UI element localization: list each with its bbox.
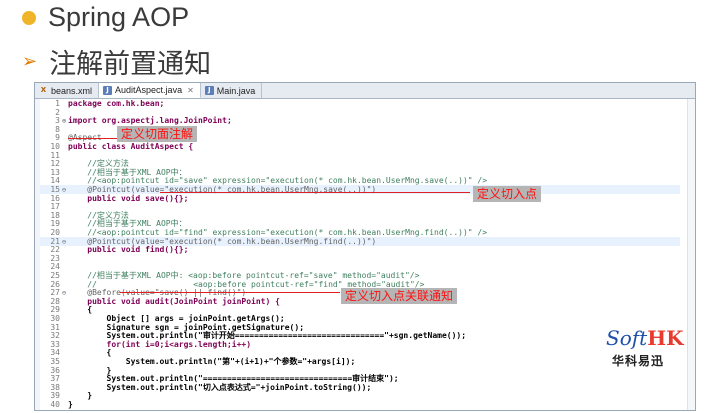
close-icon[interactable]: ✕ bbox=[187, 86, 194, 95]
code-area[interactable]: 1 package com.hk.bean; 2 3 ⊕ import org.asp… bbox=[35, 99, 695, 410]
slide-subheading: 注解前置通知 bbox=[49, 49, 212, 80]
tab-main-java[interactable]: J Main.java bbox=[201, 83, 263, 98]
pointcut-underline bbox=[160, 192, 470, 193]
code-line[interactable]: 41 bbox=[40, 409, 680, 411]
tab-label: beans.xml bbox=[51, 85, 93, 96]
logo-soft-text: Soft bbox=[606, 326, 648, 350]
editor-tab-bar: X beans.xml J AuditAspect.java ✕ J Main.… bbox=[35, 83, 695, 99]
xml-file-icon: X bbox=[40, 86, 47, 94]
tab-beans-xml[interactable]: X beans.xml bbox=[35, 83, 100, 98]
bullet-heading: Spring AOP bbox=[22, 2, 189, 33]
aspect-underline bbox=[68, 138, 118, 139]
tab-auditaspect-java[interactable]: J AuditAspect.java ✕ bbox=[99, 83, 201, 98]
slide-heading: Spring AOP bbox=[48, 2, 190, 32]
logo-subtitle: 华科易迅 bbox=[612, 354, 665, 368]
callout-pointcut: 定义切入点 bbox=[473, 186, 542, 202]
arrow-bullet-icon: ➢ bbox=[22, 51, 38, 72]
callout-before: 定义切入点关联通知 bbox=[341, 288, 458, 304]
logo-wordmark: SoftHK bbox=[606, 326, 683, 350]
before-underline bbox=[120, 292, 340, 293]
bullet-dot-icon bbox=[22, 10, 36, 25]
line-number: 41 bbox=[40, 409, 60, 410]
softhk-logo: SoftHK 华科易迅 bbox=[606, 326, 690, 370]
tab-label: Main.java bbox=[216, 85, 256, 96]
callout-aspect: 定义切面注解 bbox=[117, 126, 198, 142]
java-file-icon: J bbox=[204, 86, 214, 95]
tab-label: AuditAspect.java bbox=[115, 85, 183, 95]
java-file-icon: J bbox=[103, 85, 113, 95]
logo-hk-text: HK bbox=[647, 326, 684, 350]
bullet-subheading: ➢ 注解前置通知 bbox=[22, 42, 211, 81]
